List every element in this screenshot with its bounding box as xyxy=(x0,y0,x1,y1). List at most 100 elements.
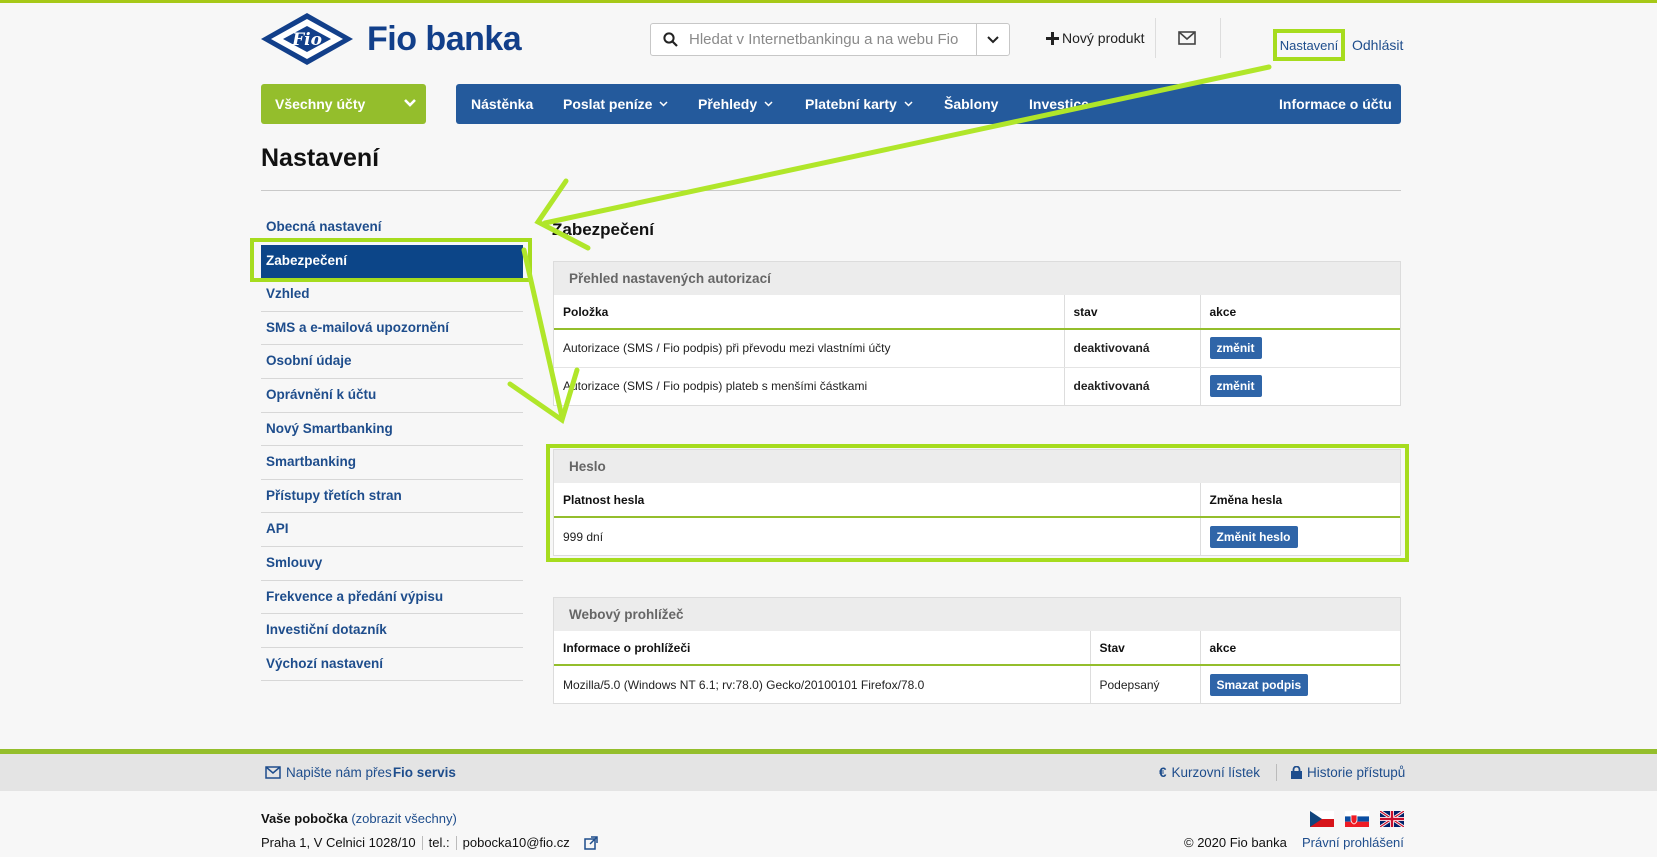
sidebar-item-new-smartbanking[interactable]: Nový Smartbanking xyxy=(261,413,523,447)
nav-item-templates[interactable]: Šablony xyxy=(944,96,998,112)
address-text: Praha 1, V Celnici 1028/10 xyxy=(261,835,416,850)
nav-label: Šablony xyxy=(944,96,999,112)
exchange-rates-label: Kurzovní lístek xyxy=(1171,765,1261,780)
czech-flag-icon[interactable] xyxy=(1310,811,1334,827)
browser-table: Informace o prohlížeči Stav akce Mozilla… xyxy=(554,631,1400,703)
header-divider xyxy=(1155,18,1156,58)
search-input[interactable] xyxy=(689,31,976,48)
authorizations-table: Položka stav akce Autorizace (SMS / Fio … xyxy=(554,295,1400,405)
new-product-button[interactable]: Nový produkt xyxy=(1046,30,1144,46)
show-all-branches-link[interactable]: (zobrazit všechny) xyxy=(351,811,456,826)
new-product-label: Nový produkt xyxy=(1062,30,1145,46)
browser-info: Mozilla/5.0 (Windows NT 6.1; rv:78.0) Ge… xyxy=(554,665,1091,703)
nav-label: Informace o účtu xyxy=(1279,96,1392,112)
footer-bar: Napište nám přes Fio servis € Kurzovní l… xyxy=(0,754,1657,791)
table-row: Mozilla/5.0 (Windows NT 6.1; rv:78.0) Ge… xyxy=(554,665,1400,703)
copyright: © 2020 Fio banka xyxy=(1184,835,1287,850)
logout-link[interactable]: Odhlásit xyxy=(1352,37,1403,53)
authorization-item: Autorizace (SMS / Fio podpis) při převod… xyxy=(554,329,1065,368)
column-header: akce xyxy=(1200,631,1400,666)
column-header: akce xyxy=(1200,295,1400,330)
title-divider xyxy=(261,190,1401,191)
nav-label: Investice xyxy=(1029,96,1089,112)
divider xyxy=(455,835,457,850)
write-us-label: Napište nám přes xyxy=(286,765,392,780)
branch-info: Vaše pobočka (zobrazit všechny) xyxy=(261,811,457,826)
brand-name: Fio banka xyxy=(367,19,522,58)
branch-address: Praha 1, V Celnici 1028/10 tel.: pobocka… xyxy=(261,835,598,850)
branch-email: pobocka10@fio.cz xyxy=(462,835,570,850)
table-row: Autorizace (SMS / Fio podpis) při převod… xyxy=(554,329,1400,368)
authorization-state: deaktivovaná xyxy=(1064,329,1201,368)
access-history-link[interactable]: Historie přístupů xyxy=(1291,765,1405,780)
authorizations-panel: Přehled nastavených autorizací Položka s… xyxy=(553,261,1401,406)
nav-label: Přehledy xyxy=(698,96,758,112)
nav-label: Platební karty xyxy=(805,96,897,112)
uk-flag-icon[interactable] xyxy=(1380,811,1404,827)
access-history-label: Historie přístupů xyxy=(1307,765,1406,780)
search-box[interactable] xyxy=(650,23,1010,56)
divider xyxy=(421,835,423,850)
sidebar-item-account-permissions[interactable]: Oprávnění k účtu xyxy=(261,379,523,413)
top-accent-line xyxy=(0,0,1657,3)
nav-label: Nástěnka xyxy=(471,96,534,112)
nav-item-payment-cards[interactable]: Platební karty xyxy=(805,96,913,112)
column-header: Položka xyxy=(554,295,1065,330)
chevron-down-icon xyxy=(904,101,913,107)
exchange-rates-link[interactable]: € Kurzovní lístek xyxy=(1159,765,1260,780)
chevron-down-icon xyxy=(764,101,773,107)
sidebar-item-appearance[interactable]: Vzhled xyxy=(261,278,523,312)
column-header: stav xyxy=(1064,295,1201,330)
sidebar-item-default-settings[interactable]: Výchozí nastavení xyxy=(261,648,523,682)
fio-logo[interactable]: Fio Fio banka xyxy=(261,13,531,65)
plus-icon xyxy=(1046,31,1059,45)
change-button[interactable]: změnit xyxy=(1209,375,1262,398)
tel-label: tel.: xyxy=(428,835,450,850)
sidebar-item-notifications[interactable]: SMS a e-mailová upozornění xyxy=(261,312,523,346)
highlight-frame-password xyxy=(546,444,1409,562)
panel-heading: Webový prohlížeč xyxy=(554,598,1400,631)
footer-divider xyxy=(1276,764,1277,781)
delete-signature-button[interactable]: Smazat podpis xyxy=(1209,673,1309,696)
page-title: Nastavení xyxy=(261,144,380,172)
chevron-down-icon xyxy=(987,35,999,43)
fio-emblem-icon: Fio xyxy=(261,13,353,65)
search-dropdown-button[interactable] xyxy=(976,24,1009,55)
sidebar-item-smartbanking[interactable]: Smartbanking xyxy=(261,446,523,480)
highlight-frame-security xyxy=(250,238,532,282)
browser-panel: Webový prohlížeč Informace o prohlížeči … xyxy=(553,597,1401,704)
all-accounts-dropdown[interactable]: Všechny účty xyxy=(261,84,426,124)
settings-link[interactable]: Nastavení xyxy=(1273,29,1345,61)
sidebar-item-investment-questionnaire[interactable]: Investiční dotazník xyxy=(261,614,523,648)
nav-item-investments[interactable]: Investice xyxy=(1029,96,1089,112)
write-us-bold: Fio servis xyxy=(392,765,456,780)
sidebar-item-contracts[interactable]: Smlouvy xyxy=(261,547,523,581)
write-us-link[interactable]: Napište nám přes Fio servis xyxy=(265,765,456,780)
legal-notice-link[interactable]: Právní prohlášení xyxy=(1302,835,1404,850)
nav-item-send-money[interactable]: Poslat peníze xyxy=(563,96,668,112)
browser-state: Podepsaný xyxy=(1090,665,1201,703)
language-flags xyxy=(1310,811,1404,827)
column-header: Stav xyxy=(1090,631,1201,666)
sidebar-item-statement-frequency[interactable]: Frekvence a předání výpisu xyxy=(261,581,523,615)
sidebar-item-third-party-access[interactable]: Přístupy třetích stran xyxy=(261,480,523,514)
branch-label: Vaše pobočka xyxy=(261,811,348,826)
column-header: Informace o prohlížeči xyxy=(554,631,1091,666)
table-row: Autorizace (SMS / Fio podpis) plateb s m… xyxy=(554,367,1400,405)
sidebar-item-personal-data[interactable]: Osobní údaje xyxy=(261,345,523,379)
nav-item-overviews[interactable]: Přehledy xyxy=(698,96,773,112)
slovak-flag-icon[interactable] xyxy=(1345,811,1369,827)
nav-item-dashboard[interactable]: Nástěnka xyxy=(471,96,533,112)
panel-heading: Přehled nastavených autorizací xyxy=(554,262,1400,295)
authorization-item: Autorizace (SMS / Fio podpis) plateb s m… xyxy=(554,367,1065,405)
nav-item-account-info[interactable]: Informace o účtu xyxy=(1279,96,1392,112)
mail-icon[interactable] xyxy=(1178,31,1196,50)
search-icon[interactable] xyxy=(651,32,689,47)
main-navigation: Nástěnka Poslat peníze Přehledy Platební… xyxy=(456,84,1401,124)
sidebar-item-api[interactable]: API xyxy=(261,513,523,547)
mail-icon xyxy=(265,766,281,779)
external-link-icon[interactable] xyxy=(584,835,598,850)
change-button[interactable]: změnit xyxy=(1209,337,1262,360)
authorization-state: deaktivovaná xyxy=(1064,367,1201,405)
chevron-down-icon xyxy=(404,99,416,107)
